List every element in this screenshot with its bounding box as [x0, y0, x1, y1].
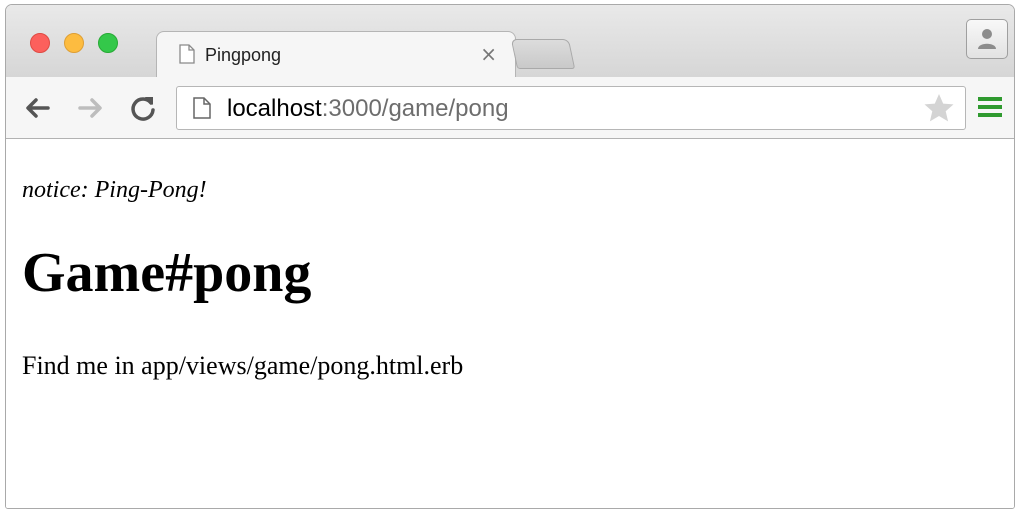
page-icon	[193, 97, 211, 119]
tab-strip: Pingpong ×	[6, 5, 1014, 77]
flash-notice: notice: Ping-Pong!	[22, 177, 207, 203]
browser-window: Pingpong × localhost:3000/game/pong noti…	[5, 4, 1015, 509]
url-path: :3000/game/pong	[321, 95, 509, 122]
close-tab-icon[interactable]: ×	[480, 42, 497, 66]
forward-arrow-icon[interactable]	[76, 93, 106, 123]
star-icon[interactable]	[923, 93, 955, 123]
reload-icon[interactable]	[128, 93, 158, 123]
page-body-text: Find me in app/views/game/pong.html.erb	[22, 351, 464, 380]
tab-title: Pingpong	[205, 45, 282, 65]
url-text[interactable]: localhost:3000/game/pong	[227, 96, 509, 122]
active-tab[interactable]: Pingpong ×	[156, 31, 516, 77]
person-icon	[978, 29, 996, 49]
url-host: localhost	[227, 95, 322, 122]
address-bar[interactable]: localhost:3000/game/pong	[176, 86, 966, 130]
maximize-window-button[interactable]	[98, 33, 118, 53]
page-heading: Game#pong	[22, 242, 312, 304]
close-window-button[interactable]	[30, 33, 50, 53]
hamburger-menu-icon[interactable]	[978, 97, 1002, 117]
back-arrow-icon[interactable]	[22, 93, 52, 123]
profile-button[interactable]	[966, 19, 1008, 59]
document-icon	[179, 44, 195, 64]
page-content: notice: Ping-Pong! Game#pong Find me in …	[6, 139, 1014, 508]
minimize-window-button[interactable]	[64, 33, 84, 53]
new-tab-button[interactable]	[510, 39, 576, 69]
browser-toolbar: localhost:3000/game/pong	[6, 77, 1014, 139]
